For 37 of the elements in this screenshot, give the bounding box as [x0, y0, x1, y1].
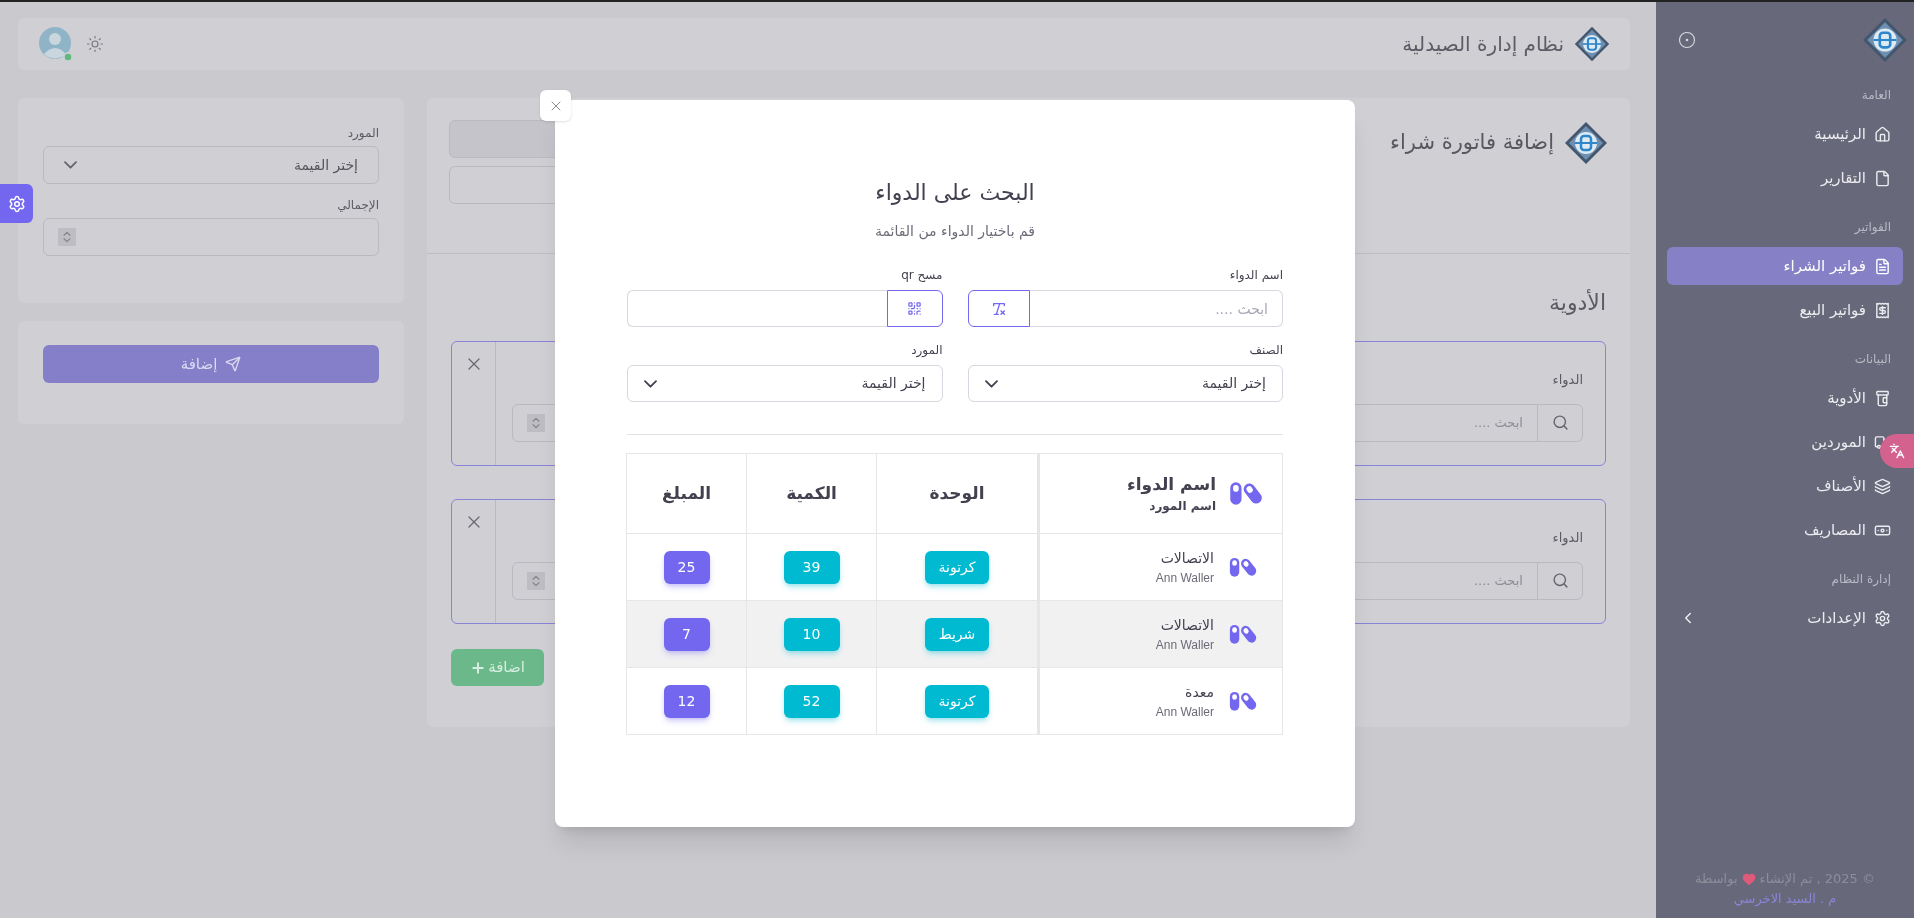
modal-title: البحث على الدواء	[875, 179, 1035, 207]
supplier-name: Ann Waller	[1155, 636, 1214, 654]
medicine-name: الاتصالات	[1160, 615, 1214, 635]
unit-badge: كرتونة	[924, 684, 990, 718]
quantity-badge: 39	[783, 550, 840, 584]
section-title: العامة	[1861, 87, 1891, 104]
amount-badge: 25	[663, 550, 710, 584]
section-title: الفواتير	[1854, 219, 1891, 236]
modal-subtitle: قم باختيار الدواء من القائمة	[875, 222, 1035, 242]
supplier-name: Ann Waller	[1155, 569, 1214, 587]
supplier-name: Ann Waller	[1155, 703, 1214, 721]
field-label: مسح qr	[901, 267, 943, 284]
section-heading: الأدوية	[1549, 288, 1606, 317]
column-header: الكمية	[746, 453, 877, 534]
unit-badge: كرتونة	[924, 550, 990, 584]
column-header: الوحدة	[876, 453, 1039, 534]
quantity-badge: 10	[783, 617, 840, 651]
medicine-name: معدة	[1185, 682, 1214, 702]
field-label: الصنف	[1249, 342, 1283, 359]
amount-badge: 7	[663, 617, 710, 651]
field-label: الدواء	[1552, 529, 1583, 548]
quantity-badge: 52	[783, 684, 840, 718]
medicine-name: الاتصالات	[1160, 548, 1214, 568]
section-title: البيانات	[1854, 351, 1891, 368]
amount-badge: 12	[663, 684, 710, 718]
column-header: المبلغ	[626, 453, 747, 534]
field-label: المورد	[911, 342, 943, 359]
app-title: نظام إدارة الصيدلية	[1402, 31, 1564, 58]
page-title: إضافة فاتورة شراء	[1390, 129, 1554, 157]
field-label: اسم الدواء	[1229, 267, 1283, 284]
field-label: الإجمالي	[337, 197, 379, 214]
unit-badge: شريط	[924, 617, 990, 651]
column-subheader: اسم المورد	[1149, 498, 1216, 516]
field-label: الدواء	[1552, 371, 1583, 390]
section-title: إدارة النظام	[1831, 571, 1891, 588]
column-header: اسم الدواء	[1127, 472, 1216, 496]
field-label: المورد	[347, 125, 379, 142]
